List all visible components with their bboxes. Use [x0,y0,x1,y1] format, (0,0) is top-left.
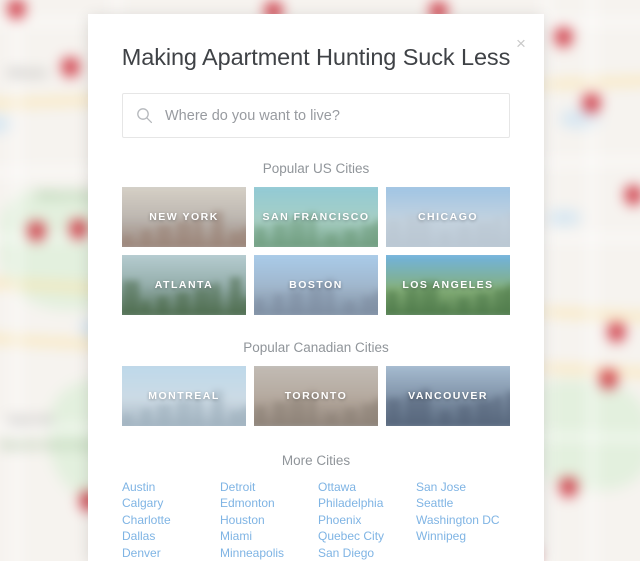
us-cities-grid: NEW YORK SAN FRANCISCO CHICAGO ATLANTA BOSTO… [122,187,510,315]
city-card-montreal[interactable]: MONTREAL [122,366,246,426]
city-card-san-francisco[interactable]: SAN FRANCISCO [254,187,378,247]
city-card-label: VANCOUVER [408,390,488,402]
city-link-san-jose[interactable]: San Jose [416,479,510,495]
more-cities-column: San Jose Seattle Washington DC Winnipeg [416,479,510,561]
map-road [545,0,549,561]
city-link-philadelphia[interactable]: Philadelphia [318,495,412,511]
city-link-washington-dc[interactable]: Washington DC [416,512,510,528]
page-title: Making Apartment Hunting Suck Less [121,44,511,70]
search-icon [123,107,165,124]
canadian-cities-grid: MONTREAL TORONTO VANCOUVER [122,366,510,426]
city-card-label: NEW YORK [149,211,219,223]
map-label: Naperville [8,415,55,425]
city-link-miami[interactable]: Miami [220,528,314,544]
map-road [590,0,594,561]
city-link-edmonton[interactable]: Edmonton [220,495,314,511]
map-water [560,110,600,128]
city-link-seattle[interactable]: Seattle [416,495,510,511]
more-cities-column: Detroit Edmonton Houston Miami Minneapolis [220,479,314,561]
close-icon[interactable]: × [510,33,532,55]
search-input[interactable] [165,107,509,124]
city-link-dallas[interactable]: Dallas [122,528,216,544]
city-link-winnipeg[interactable]: Winnipeg [416,528,510,544]
city-card-label: SAN FRANCISCO [262,211,370,223]
map-road [15,0,19,561]
section-heading-canadian-cities: Popular Canadian Cities [243,340,389,355]
more-cities-list: Austin Calgary Charlotte Dallas Denver Detroi… [122,479,510,561]
section-heading-us-cities: Popular US Cities [262,161,370,176]
city-link-calgary[interactable]: Calgary [122,495,216,511]
city-link-detroit[interactable]: Detroit [220,479,314,495]
city-card-new-york[interactable]: NEW YORK [122,187,246,247]
city-link-houston[interactable]: Houston [220,512,314,528]
section-heading-more-cities: More Cities [281,453,351,468]
city-card-label: TORONTO [284,390,348,402]
more-cities-column: Ottawa Philadelphia Phoenix Quebec City San … [318,479,412,561]
city-card-vancouver[interactable]: VANCOUVER [386,366,510,426]
city-picker-modal: × Making Apartment Hunting Suck Less Pop… [88,14,544,561]
city-card-label: ATLANTA [154,279,214,291]
map-water [545,210,581,226]
city-card-chicago[interactable]: CHICAGO [386,187,510,247]
city-card-label: BOSTON [289,279,343,291]
city-link-ottawa[interactable]: Ottawa [318,479,412,495]
city-link-minneapolis[interactable]: Minneapolis [220,545,314,561]
city-card-label: LOS ANGELES [402,279,494,291]
city-card-label: MONTREAL [148,390,220,402]
more-cities-column: Austin Calgary Charlotte Dallas Denver [122,479,216,561]
city-card-atlanta[interactable]: ATLANTA [122,255,246,315]
city-card-toronto[interactable]: TORONTO [254,366,378,426]
city-link-charlotte[interactable]: Charlotte [122,512,216,528]
city-card-label: CHICAGO [417,211,479,223]
city-link-austin[interactable]: Austin [122,479,216,495]
city-link-san-diego[interactable]: San Diego [318,545,412,561]
city-card-boston[interactable]: BOSTON [254,255,378,315]
city-card-los-angeles[interactable]: LOS ANGELES [386,255,510,315]
city-link-quebec-city[interactable]: Quebec City [318,528,412,544]
map-label: Wheaton [8,68,49,78]
search-field-wrapper[interactable] [122,93,510,138]
city-link-phoenix[interactable]: Phoenix [318,512,412,528]
city-link-denver[interactable]: Denver [122,545,216,561]
